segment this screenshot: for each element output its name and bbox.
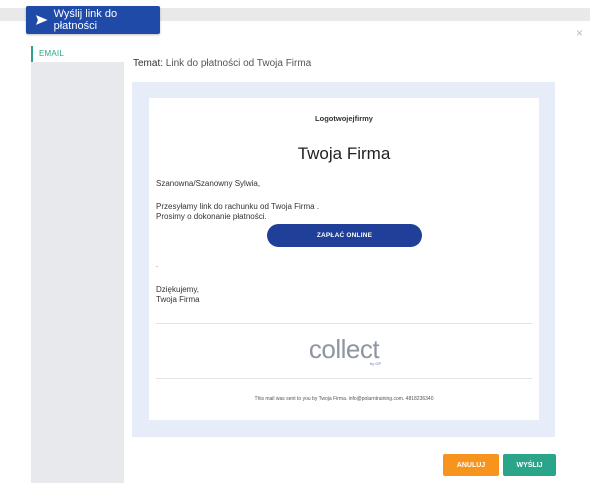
greeting-text: Szanowna/Szanowny Sylwia, [156, 179, 261, 188]
thanks-text: Dziękujemy, [156, 285, 199, 294]
dot-text: . [156, 262, 158, 269]
signature-text: Twoja Firma [156, 295, 200, 304]
send-button[interactable]: WYŚLIJ [503, 454, 556, 476]
sidebar-tab-email[interactable]: EMAIL [31, 46, 124, 62]
send-arrow-icon [36, 15, 48, 25]
sidebar-tab-label: EMAIL [39, 49, 65, 58]
body-line-2: Prosimy o dokonanie płatności. [156, 212, 267, 221]
body-line-1: Przesyłamy link do rachunku od Twoja Fir… [156, 202, 320, 211]
divider-top [156, 323, 532, 324]
sidebar [31, 46, 124, 483]
close-icon[interactable]: × [576, 26, 583, 40]
subject-value: Link do płatności od Twoja Firma [165, 58, 312, 69]
active-tab-indicator [31, 46, 33, 62]
email-subject: Temat: Link do płatności od Twoja Firma [133, 58, 311, 69]
collect-logo: collect [308, 334, 380, 364]
divider-bottom [156, 378, 532, 379]
cancel-button[interactable]: ANULUJ [443, 454, 499, 476]
email-footer: This mail was sent to you by Twoja Firma… [254, 396, 434, 402]
send-payment-link-label: Wyślij link do płatności [53, 8, 118, 32]
subject-label: Temat: [133, 58, 164, 69]
pay-online-button[interactable]: ZAPŁAĆ ONLINE [267, 224, 422, 247]
send-payment-link-button[interactable]: Wyślij link do płatności [26, 6, 160, 34]
company-logo-placeholder: Logotwojejfirmy [315, 114, 373, 123]
collect-logo-sub: by GP [370, 361, 382, 366]
company-name: Twoja Firma [297, 144, 391, 163]
